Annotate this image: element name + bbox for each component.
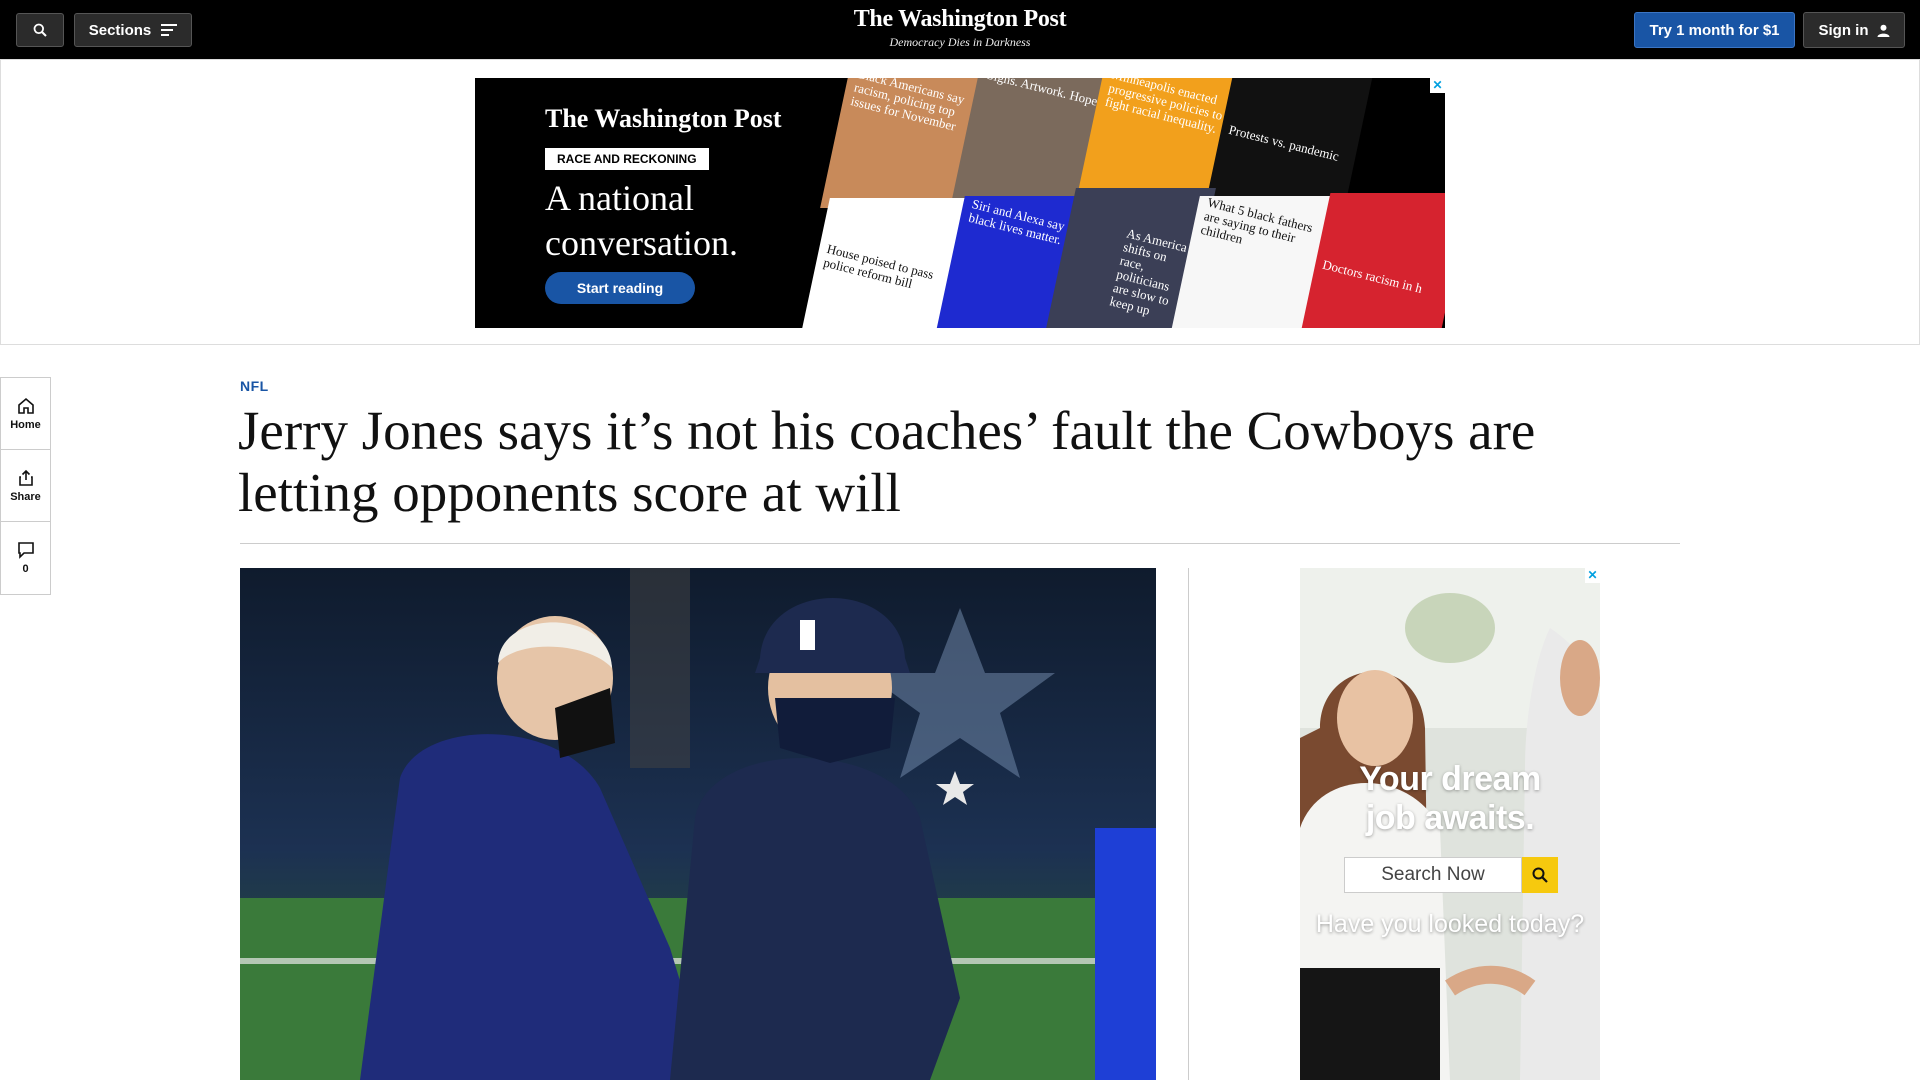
rail-comments[interactable]: 0 xyxy=(1,522,50,594)
share-icon xyxy=(18,469,33,486)
article-headline: Jerry Jones says it’s not his coaches’ f… xyxy=(238,400,1536,523)
comment-count: 0 xyxy=(22,563,29,575)
sidebar-ad[interactable]: Your dream job awaits. Search Now Have y… xyxy=(1300,568,1600,1080)
home-icon xyxy=(17,397,34,414)
banner-tag: RACE AND RECKONING xyxy=(545,148,709,170)
top-navigation-bar: Sections The Washington Post Democracy D… xyxy=(0,0,1920,59)
site-tagline: Democracy Dies in Darkness xyxy=(889,35,1031,49)
start-reading-button[interactable]: Start reading xyxy=(545,272,695,304)
hamburger-icon xyxy=(161,24,178,36)
user-icon xyxy=(1877,24,1889,37)
job-ad-headline: Your dream job awaits. xyxy=(1359,760,1541,837)
collage-tile: Protests vs. pandemic xyxy=(1205,78,1375,203)
subscribe-button[interactable]: Try 1 month for $1 xyxy=(1634,12,1795,48)
search-icon xyxy=(1532,867,1548,883)
sign-in-label: Sign in xyxy=(1818,21,1869,39)
column-divider xyxy=(1188,568,1189,1080)
ad-close-icon[interactable]: ✕ xyxy=(1430,78,1445,93)
comment-icon xyxy=(17,542,34,559)
sections-label: Sections xyxy=(88,21,152,39)
job-search-button[interactable] xyxy=(1522,857,1558,893)
banner-collage: Black Americans say racism, policing top… xyxy=(795,78,1445,328)
ad-close-icon[interactable]: ✕ xyxy=(1585,568,1600,583)
article-kicker[interactable]: NFL xyxy=(240,378,269,394)
article-lead-photo[interactable] xyxy=(240,568,1156,1080)
job-search-input[interactable]: Search Now xyxy=(1344,857,1522,893)
banner-headline: A national conversation. xyxy=(545,178,738,263)
masthead-logo[interactable]: The Washington Post Democracy Dies in Da… xyxy=(760,6,1160,50)
rail-home[interactable]: Home xyxy=(1,378,50,450)
banner-logo: The Washington Post xyxy=(545,104,782,133)
rail-home-label: Home xyxy=(10,418,41,431)
job-ad-subline: Have you looked today? xyxy=(1315,910,1585,938)
banner-ad[interactable]: The Washington Post RACE AND RECKONING A… xyxy=(475,78,1445,328)
sections-button[interactable]: Sections xyxy=(74,13,192,47)
rail-share-label: Share xyxy=(10,490,41,503)
site-logo: The Washington Post xyxy=(853,6,1067,32)
rail-share[interactable]: Share xyxy=(1,450,50,522)
left-rail: Home Share 0 xyxy=(0,377,51,595)
search-button[interactable] xyxy=(16,13,64,47)
cowboys-photo xyxy=(240,568,1156,1080)
search-icon xyxy=(33,23,47,37)
sign-in-button[interactable]: Sign in xyxy=(1803,12,1905,48)
headline-divider xyxy=(240,543,1680,544)
